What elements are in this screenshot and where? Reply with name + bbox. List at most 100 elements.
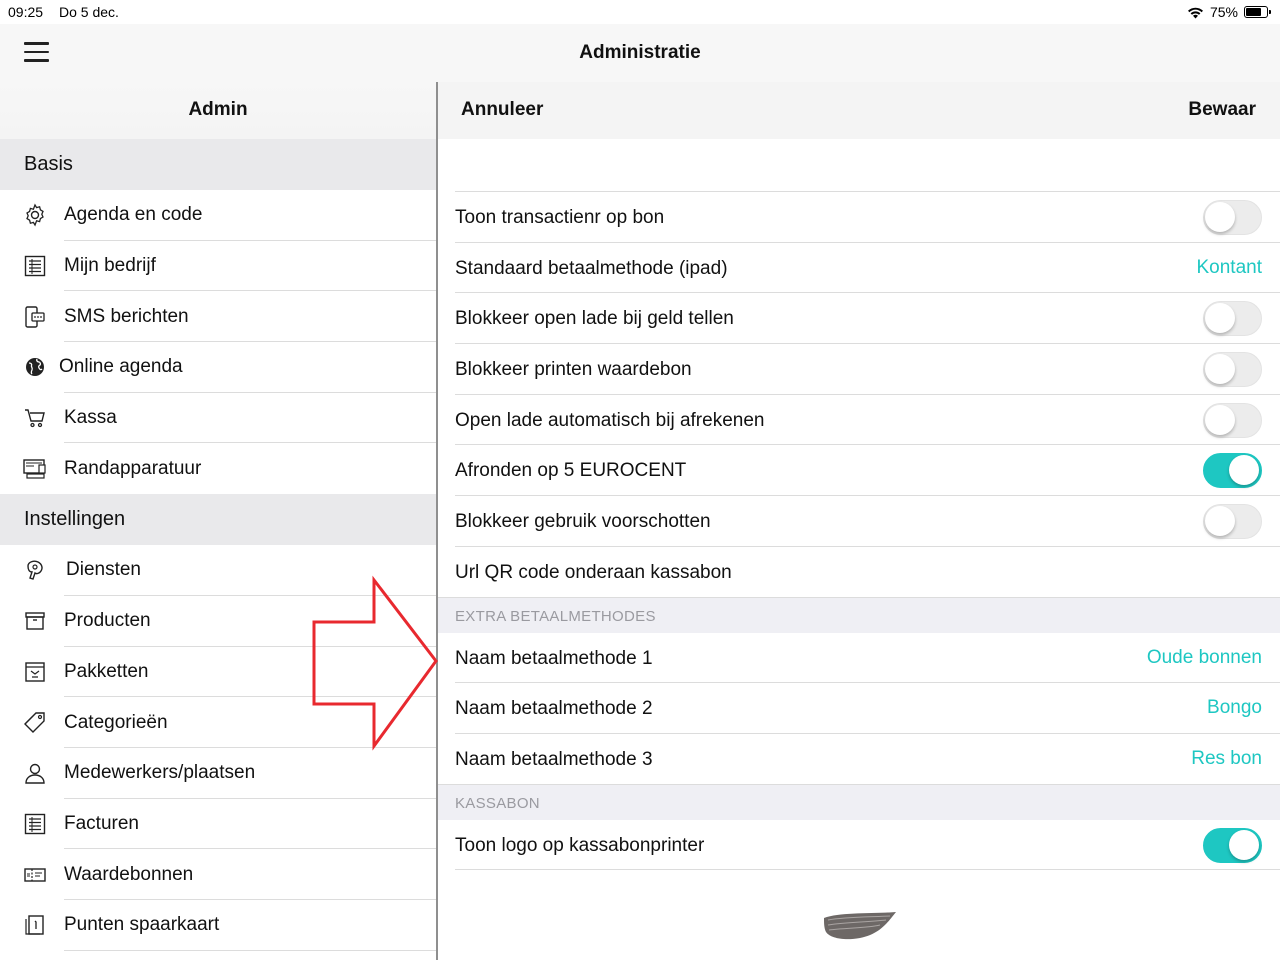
navigation-bar: Administratie: [0, 24, 1280, 82]
status-indicators: 75%: [1187, 4, 1271, 20]
setting-row-url-qr-code-onderaan-kassabon[interactable]: Url QR code onderaan kassabon: [438, 547, 1280, 598]
sidebar-item-pakketten[interactable]: Pakketten: [0, 647, 436, 698]
sidebar-item-label: Randapparatuur: [64, 457, 202, 479]
setting-row-standaard-betaalmethode-ipad-: Standaard betaalmethode (ipad) Kontant: [438, 243, 1280, 294]
setting-row-open-lade-automatisch-bij-afrekenen: Open lade automatisch bij afrekenen: [438, 395, 1280, 446]
section-header-0: Basis: [0, 139, 436, 190]
package-icon: [22, 659, 48, 685]
setting-value-naam-betaalmethode-3[interactable]: Res bon: [1191, 748, 1262, 770]
battery-percentage: 75%: [1209, 4, 1238, 20]
tags-icon: [22, 710, 48, 736]
setting-value-standaard-betaalmethode-ipad-[interactable]: Kontant: [1197, 257, 1263, 279]
hair-dryer-icon: [22, 557, 48, 583]
sidebar-item-label: Diensten: [66, 559, 141, 581]
toggle-toon-logo-op-kassabonprinter[interactable]: [1203, 827, 1262, 863]
box-icon: [22, 608, 48, 634]
sidebar-item-label: Kassa: [64, 407, 117, 429]
sidebar-item-mijn-bedrijf[interactable]: Mijn bedrijf: [0, 241, 436, 292]
settings-spacer: [455, 139, 1280, 192]
sidebar-item-sms-berichten[interactable]: SMS berichten: [0, 291, 436, 342]
sidebar-item-agenda-en-code[interactable]: Agenda en code: [0, 190, 436, 241]
sidebar-item-label: Punten spaarkaart: [64, 914, 220, 936]
toggle-afronden-op-5-eurocent[interactable]: [1203, 453, 1262, 489]
section-header-1: Instellingen: [0, 494, 436, 546]
setting-value-naam-betaalmethode-1[interactable]: Oude bonnen: [1147, 647, 1262, 669]
setting-label: Url QR code onderaan kassabon: [455, 561, 732, 583]
sidebar-item-label: Waardebonnen: [64, 863, 194, 885]
toggle-blokkeer-open-lade-bij-geld-tellen[interactable]: [1203, 301, 1262, 337]
setting-label: Blokkeer open lade bij geld tellen: [455, 308, 734, 330]
globe-icon: [22, 354, 48, 380]
sidebar-item-diensten[interactable]: Diensten: [0, 545, 436, 596]
gear-icon: [22, 202, 48, 228]
sidebar-item-waardebonnen[interactable]: Waardebonnen: [0, 849, 436, 900]
receipt-section-header: KASSABON: [438, 784, 1280, 820]
status-bar: 09:25 Do 5 dec. 75%: [0, 0, 1280, 24]
cancel-button[interactable]: Annuleer: [461, 99, 543, 121]
save-button[interactable]: Bewaar: [1188, 99, 1256, 121]
setting-label: Naam betaalmethode 2: [455, 698, 653, 720]
toggle-knob: [1205, 202, 1235, 232]
extra-payment-methods-header: EXTRA BETAALMETHODES: [438, 597, 1280, 633]
battery-icon: [1244, 6, 1271, 18]
devices-icon: [22, 456, 48, 482]
list-icon: [22, 253, 48, 279]
setting-label: Naam betaalmethode 1: [455, 647, 653, 669]
setting-row-afronden-op-5-eurocent: Afronden op 5 EUROCENT: [438, 445, 1280, 496]
toggle-knob: [1205, 303, 1235, 334]
sidebar-item-categorie-n[interactable]: Categorieën: [0, 697, 436, 748]
sidebar-item-label: Categorieën: [64, 711, 168, 733]
list-icon: [22, 811, 48, 837]
sidebar-item-randapparatuur[interactable]: Randapparatuur: [0, 443, 436, 494]
sidebar-item-label: SMS berichten: [64, 305, 189, 327]
status-date: Do 5 dec.: [59, 4, 119, 20]
sidebar: Admin Basis Agenda en code Mijn bedrijf SMS…: [0, 82, 436, 960]
sidebar-item-label: Mijn bedrijf: [64, 255, 156, 277]
setting-label: Open lade automatisch bij afrekenen: [455, 409, 765, 431]
setting-label: Blokkeer printen waardebon: [455, 359, 692, 381]
sidebar-item-label: Facturen: [64, 812, 139, 834]
brush-logo-icon: [824, 912, 896, 940]
sidebar-item-facturen[interactable]: Facturen: [0, 799, 436, 850]
sidebar-item-punten-spaarkaart[interactable]: Punten spaarkaart: [0, 900, 436, 951]
sidebar-item-online-agenda[interactable]: Online agenda: [0, 342, 436, 393]
toggle-toon-transactienr-op-bon[interactable]: [1203, 200, 1262, 235]
phone-message-icon: [22, 304, 48, 330]
toggle-knob: [1205, 404, 1235, 435]
sidebar-item-label: Producten: [64, 610, 151, 632]
setting-row-blokkeer-gebruik-voorschotten: Blokkeer gebruik voorschotten: [438, 496, 1280, 547]
setting-row-naam-betaalmethode-1: Naam betaalmethode 1 Oude bonnen: [438, 633, 1280, 684]
sidebar-item-medewerkers-plaatsen[interactable]: Medewerkers/plaatsen: [0, 748, 436, 799]
settings-header: Annuleer Bewaar: [438, 82, 1280, 139]
receipt-settings-list: Toon logo op kassabonprinter: [438, 820, 1280, 871]
extra-payment-methods-list: Naam betaalmethode 1 Oude bonnen Naam beta…: [438, 633, 1280, 785]
setting-label: Standaard betaalmethode (ipad): [455, 257, 728, 279]
setting-row-blokkeer-open-lade-bij-geld-tellen: Blokkeer open lade bij geld tellen: [438, 293, 1280, 344]
setting-label: Afronden op 5 EUROCENT: [455, 460, 687, 482]
setting-row-toon-transactienr-op-bon: Toon transactienr op bon: [438, 192, 1280, 243]
setting-row-blokkeer-printen-waardebon: Blokkeer printen waardebon: [438, 344, 1280, 395]
setting-row-toon-logo-op-kassabonprinter: Toon logo op kassabonprinter: [438, 820, 1280, 871]
setting-value-naam-betaalmethode-2[interactable]: Bongo: [1207, 697, 1262, 719]
toggle-blokkeer-gebruik-voorschotten[interactable]: [1203, 504, 1262, 540]
card-icon: [22, 912, 48, 938]
sidebar-title: Admin: [0, 82, 436, 139]
cart-icon: [22, 405, 48, 431]
person-icon: [22, 760, 48, 786]
wifi-icon: [1187, 7, 1203, 18]
toggle-knob: [1205, 354, 1235, 385]
toggle-open-lade-automatisch-bij-afrekenen[interactable]: [1203, 402, 1262, 438]
setting-row-naam-betaalmethode-2: Naam betaalmethode 2 Bongo: [438, 683, 1280, 734]
settings-panel: Annuleer Bewaar Toon transactienr op bon…: [438, 82, 1280, 960]
sidebar-item-producten[interactable]: Producten: [0, 596, 436, 647]
setting-label: Blokkeer gebruik voorschotten: [455, 511, 711, 533]
toggle-blokkeer-printen-waardebon[interactable]: [1203, 352, 1262, 388]
toggle-knob: [1229, 455, 1259, 486]
setting-label: Toon transactienr op bon: [455, 207, 665, 228]
status-time: 09:25: [8, 4, 44, 20]
sidebar-item-label: Pakketten: [64, 660, 149, 682]
toggle-knob: [1205, 506, 1235, 537]
sidebar-item-kassa[interactable]: Kassa: [0, 393, 436, 444]
voucher-icon: [22, 862, 48, 888]
battery-fill: [1246, 8, 1261, 16]
